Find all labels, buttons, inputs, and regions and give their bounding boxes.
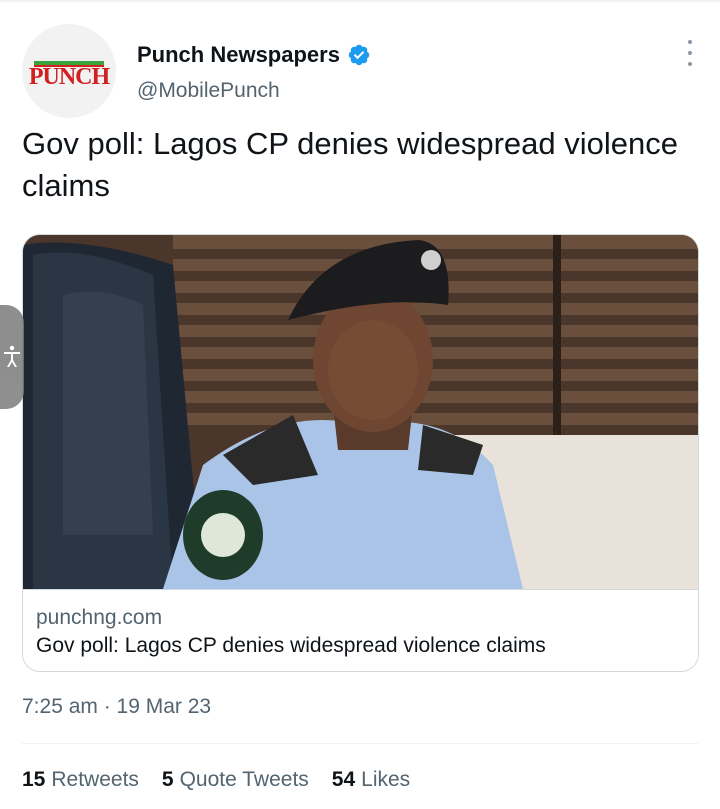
accessibility-side-tab[interactable] [0, 305, 24, 409]
tweet-header: PUNCH Punch Newspapers @MobilePunch [22, 24, 702, 120]
likes-count: 54 [331, 768, 356, 791]
tweet-stats: 15 Retweets 5 Quote Tweets 54 Likes [22, 768, 433, 792]
likes-label: Likes [361, 768, 411, 791]
tweet-text: Gov poll: Lagos CP denies widespread vio… [22, 126, 678, 203]
accessibility-icon [4, 345, 20, 367]
link-card-domain: punchng.com [36, 606, 163, 629]
quote-tweets-count: 5 [161, 768, 174, 791]
author-name-row: Punch Newspapers [137, 40, 371, 70]
more-options-icon[interactable] [684, 40, 696, 66]
retweets-count: 15 [22, 768, 46, 791]
avatar-logo-text: PUNCH [28, 64, 110, 90]
retweets-stat[interactable]: 15 Retweets [22, 768, 139, 792]
avatar[interactable]: PUNCH [22, 24, 116, 118]
likes-stat[interactable]: 54 Likes [332, 768, 410, 792]
retweets-label: Retweets [51, 768, 139, 791]
author-handle[interactable]: @MobilePunch [137, 79, 280, 103]
tweet-timestamp[interactable]: 7:25 am · 19 Mar 23 [22, 695, 211, 719]
quote-tweets-label: Quote Tweets [179, 768, 309, 791]
link-card-title: Gov poll: Lagos CP denies widespread vio… [36, 634, 546, 657]
quote-tweets-stat[interactable]: 5 Quote Tweets [162, 768, 309, 792]
link-card-image [23, 235, 698, 589]
verified-badge-icon [348, 44, 370, 66]
top-divider [0, 0, 720, 2]
link-card[interactable]: punchng.com Gov poll: Lagos CP denies wi… [22, 234, 699, 672]
stats-divider [22, 743, 698, 744]
link-card-meta: punchng.com Gov poll: Lagos CP denies wi… [23, 589, 698, 671]
author-display-name[interactable]: Punch Newspapers [137, 42, 340, 68]
